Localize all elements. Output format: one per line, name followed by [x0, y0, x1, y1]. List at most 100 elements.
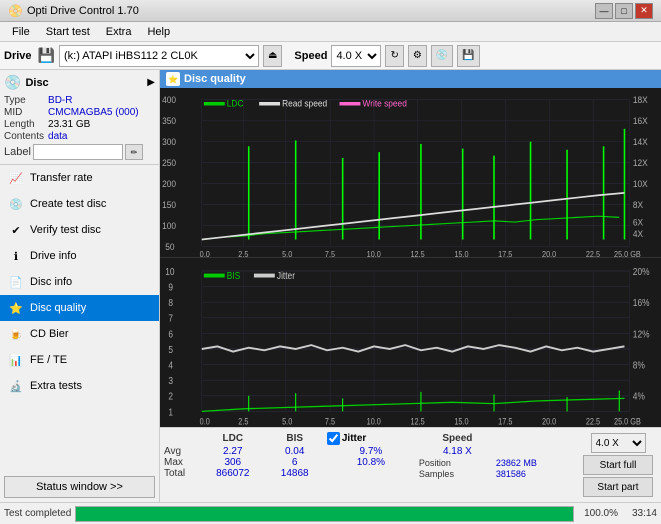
drive-info-icon: ℹ	[8, 248, 24, 264]
menu-start-test[interactable]: Start test	[38, 24, 98, 40]
svg-text:20.0: 20.0	[542, 417, 557, 427]
sidebar-item-transfer-rate[interactable]: 📈 Transfer rate	[0, 165, 159, 191]
svg-text:10.0: 10.0	[367, 250, 381, 257]
sidebar-item-disc-info[interactable]: 📄 Disc info	[0, 269, 159, 295]
status-window-button[interactable]: Status window >>	[4, 476, 155, 498]
position-label: Position	[419, 457, 496, 468]
nav-label-extra-tests: Extra tests	[30, 380, 82, 392]
right-buttons: 4.0 X Start full Start part	[579, 431, 657, 499]
svg-text:12.5: 12.5	[411, 250, 425, 257]
svg-text:15.0: 15.0	[454, 250, 468, 257]
sidebar-item-disc-quality[interactable]: ⭐ Disc quality	[0, 295, 159, 321]
sidebar-item-drive-info[interactable]: ℹ Drive info	[0, 243, 159, 269]
svg-text:22.5: 22.5	[586, 417, 601, 427]
stats-table: LDC BIS Jitter Speed	[164, 431, 579, 479]
titlebar: 📀 Opti Drive Control 1.70 — □ ✕	[0, 0, 661, 22]
avg-jitter: 9.7%	[323, 446, 419, 457]
menu-help[interactable]: Help	[139, 24, 178, 40]
svg-text:LDC: LDC	[227, 98, 244, 109]
disc-info-icon: 📄	[8, 274, 24, 290]
svg-text:0.0: 0.0	[200, 250, 210, 257]
menu-file[interactable]: File	[4, 24, 38, 40]
svg-text:400: 400	[162, 95, 176, 106]
col-speed: Speed	[419, 431, 496, 446]
speed-select[interactable]: 4.0 X	[331, 45, 381, 67]
svg-text:300: 300	[162, 137, 176, 148]
content-area: ⭐ Disc quality	[160, 70, 661, 502]
disc-grid: Type BD-R MID CMCMAGBA5 (000) Length 23.…	[4, 95, 155, 142]
col-ldc: LDC	[199, 431, 267, 446]
nav-label-cd-bier: CD Bier	[30, 328, 69, 340]
progress-percent: 100.0%	[578, 508, 618, 519]
jitter-checkbox[interactable]	[327, 432, 340, 445]
type-key: Type	[4, 95, 44, 106]
maximize-button[interactable]: □	[615, 3, 633, 19]
sidebar-item-extra-tests[interactable]: 🔬 Extra tests	[0, 373, 159, 399]
settings-button[interactable]: ⚙	[408, 45, 427, 67]
sidebar-item-fe-te[interactable]: 📊 FE / TE	[0, 347, 159, 373]
close-button[interactable]: ✕	[635, 3, 653, 19]
chart2-svg: 10 9 8 7 6 5 4 3 2 1 20% 16% 12% 8% 4%	[160, 258, 661, 427]
chart2-container: 10 9 8 7 6 5 4 3 2 1 20% 16% 12% 8% 4%	[160, 258, 661, 427]
svg-text:8%: 8%	[633, 359, 646, 371]
max-label: Max	[164, 457, 199, 468]
fe-te-icon: 📊	[8, 352, 24, 368]
window-controls: — □ ✕	[595, 3, 653, 19]
transfer-rate-icon: 📈	[8, 170, 24, 186]
verify-test-disc-icon: ✔	[8, 222, 24, 238]
drive-icon: 💾	[38, 47, 55, 64]
total-bis: 14868	[267, 468, 323, 479]
main-container: 💿 Disc ▶ Type BD-R MID CMCMAGBA5 (000) L…	[0, 70, 661, 502]
toolbar: Drive 💾 (k:) ATAPI iHBS112 2 CL0K ⏏ Spee…	[0, 42, 661, 70]
disc-button[interactable]: 💿	[431, 45, 453, 67]
minimize-button[interactable]: —	[595, 3, 613, 19]
progress-bar	[75, 506, 574, 522]
save-button[interactable]: 💾	[457, 45, 479, 67]
svg-text:50: 50	[165, 242, 174, 253]
start-part-button[interactable]: Start part	[583, 477, 653, 497]
disc-arrow-icon: ▶	[147, 77, 155, 88]
refresh-button[interactable]: ↻	[385, 45, 403, 67]
jitter-checkbox-cell: Jitter	[323, 431, 419, 446]
avg-label: Avg	[164, 446, 199, 457]
disc-header: 💿 Disc ▶	[4, 74, 155, 91]
stats-row: LDC BIS Jitter Speed	[164, 431, 657, 499]
max-position: 23862 MB	[496, 457, 579, 468]
svg-text:6: 6	[168, 327, 173, 339]
speed-label: Speed	[294, 50, 327, 62]
mid-value: CMCMAGBA5 (000)	[48, 107, 155, 118]
svg-text:5: 5	[168, 343, 173, 355]
content-header: ⭐ Disc quality	[160, 70, 661, 88]
eject-button[interactable]: ⏏	[263, 45, 282, 67]
svg-text:22.5: 22.5	[586, 250, 600, 257]
label-key: Label	[4, 146, 31, 158]
svg-text:1: 1	[168, 405, 173, 417]
drive-select[interactable]: (k:) ATAPI iHBS112 2 CL0K	[59, 45, 259, 67]
nav-label-create-test-disc: Create test disc	[30, 198, 106, 210]
statusbar: Test completed 100.0% 33:14	[0, 502, 661, 524]
disc-quality-icon: ⭐	[8, 300, 24, 316]
label-edit-button[interactable]: ✏	[125, 144, 143, 160]
svg-text:25.0 GB: 25.0 GB	[614, 250, 641, 257]
jitter-label[interactable]: Jitter	[327, 432, 415, 445]
content-title: Disc quality	[184, 73, 246, 85]
charts-container: 400 350 300 250 200 150 100 50 18X 16X 1…	[160, 88, 661, 427]
disc-section-label: Disc	[25, 77, 48, 89]
speed-dropdown[interactable]: 4.0 X	[591, 433, 646, 453]
svg-text:8X: 8X	[633, 200, 643, 211]
label-row: Label ✏	[4, 144, 155, 160]
svg-text:4: 4	[168, 359, 173, 371]
svg-text:150: 150	[162, 200, 176, 211]
sidebar-item-create-test-disc[interactable]: 💿 Create test disc	[0, 191, 159, 217]
sidebar-item-cd-bier[interactable]: 🍺 CD Bier	[0, 321, 159, 347]
menubar: File Start test Extra Help	[0, 22, 661, 42]
app-title: Opti Drive Control 1.70	[27, 5, 595, 17]
label-input[interactable]	[33, 144, 123, 160]
sidebar-item-verify-test-disc[interactable]: ✔ Verify test disc	[0, 217, 159, 243]
start-full-button[interactable]: Start full	[583, 455, 653, 475]
menu-extra[interactable]: Extra	[98, 24, 140, 40]
progress-fill	[76, 507, 573, 521]
avg-row: Avg 2.27 0.04 9.7% 4.18 X	[164, 446, 579, 457]
svg-text:350: 350	[162, 116, 176, 127]
svg-text:12%: 12%	[633, 327, 650, 339]
